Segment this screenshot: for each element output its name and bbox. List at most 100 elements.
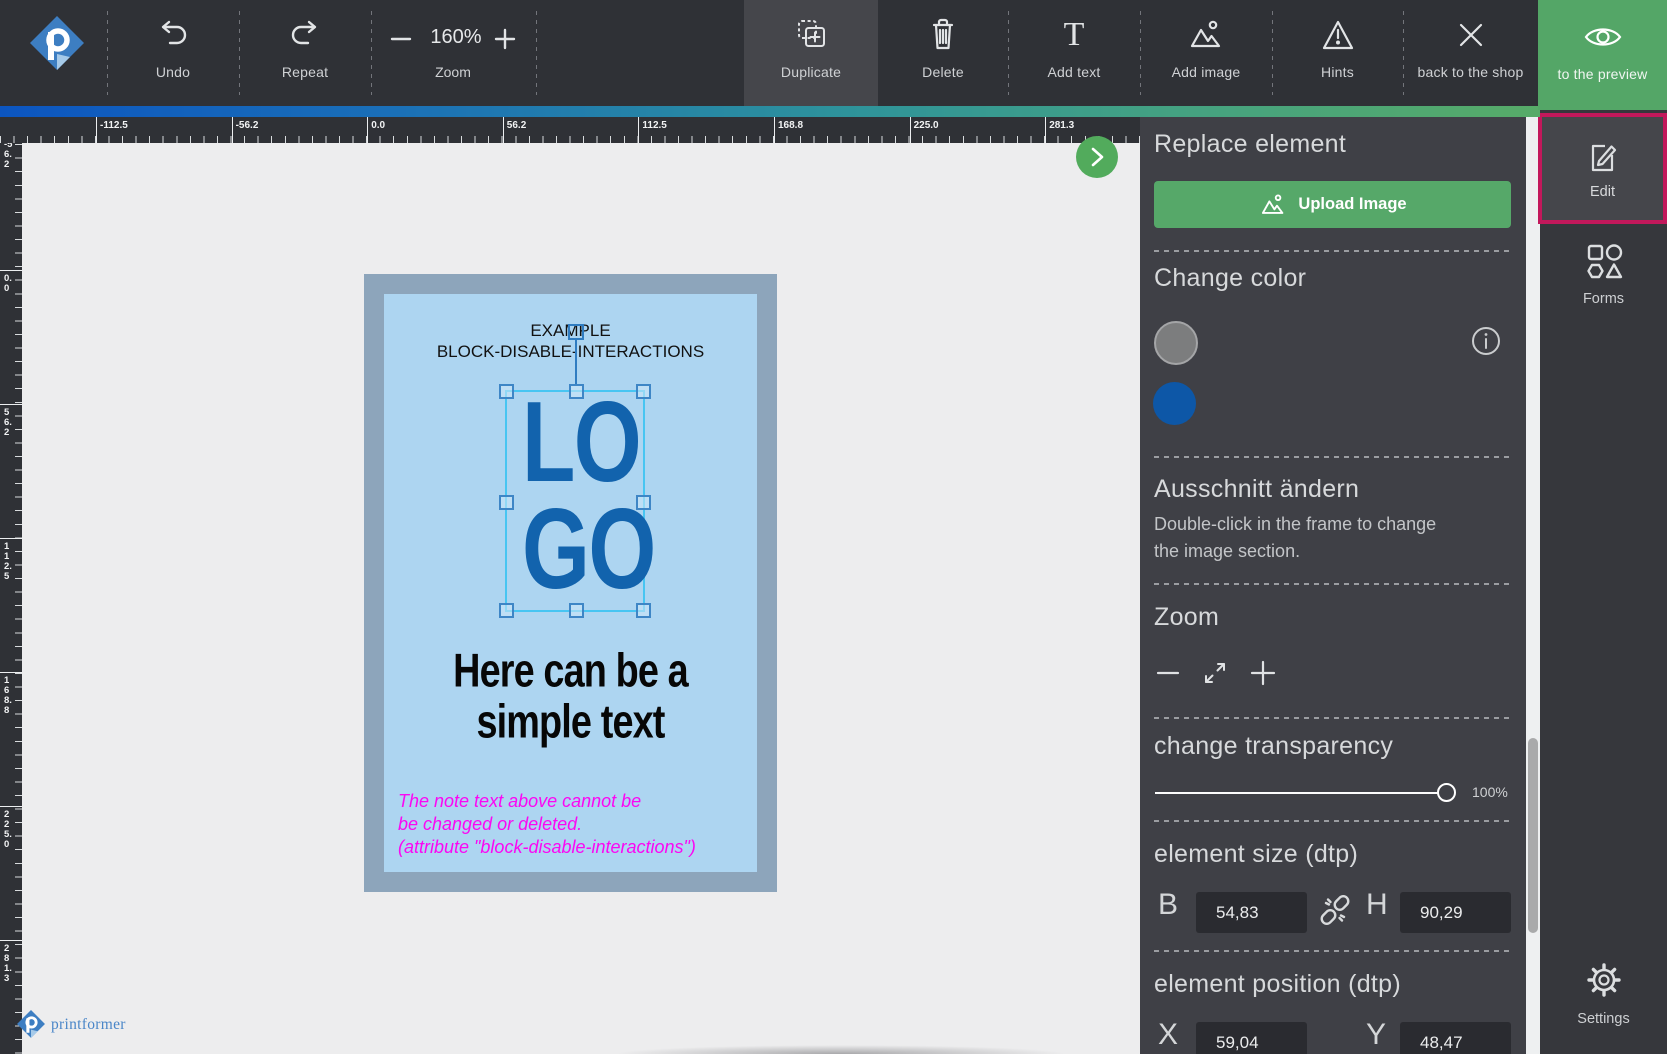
panel-divider bbox=[1154, 950, 1512, 952]
properties-panel: Replace element Upload Image Change colo… bbox=[1140, 117, 1526, 1054]
toolbar-divider bbox=[371, 11, 372, 95]
gear-icon bbox=[1540, 958, 1667, 1002]
zoom-label: Zoom bbox=[383, 64, 523, 80]
hints-button[interactable]: Hints bbox=[1272, 0, 1403, 106]
zoom-in-icon[interactable] bbox=[1248, 658, 1278, 688]
ruler-h-tick bbox=[638, 117, 639, 143]
zoom-section-heading: Zoom bbox=[1154, 603, 1219, 632]
height-label: H bbox=[1366, 888, 1388, 922]
rotation-handle[interactable] bbox=[568, 324, 584, 340]
panel-collapse-button[interactable] bbox=[1076, 136, 1118, 178]
color-swatch-gray[interactable] bbox=[1154, 321, 1198, 365]
broken-link-icon[interactable] bbox=[1318, 893, 1352, 927]
printformer-editor: Undo Repeat 160% Zoom bbox=[0, 0, 1667, 1054]
ruler-v-tick bbox=[0, 672, 22, 673]
footer-brand: printformer bbox=[16, 1008, 126, 1042]
ruler-h-label: 112.5 bbox=[642, 120, 666, 131]
add-text-label: Add text bbox=[1008, 64, 1140, 80]
add-image-label: Add image bbox=[1140, 64, 1272, 80]
ruler-h-label: 168.8 bbox=[778, 120, 803, 131]
panel-divider bbox=[1154, 820, 1512, 822]
element-position-heading: element position (dtp) bbox=[1154, 970, 1401, 999]
note-text-element: The note text above cannot be be changed… bbox=[398, 790, 696, 859]
ruler-v-label: 225.0 bbox=[4, 810, 14, 850]
ruler-vertical: -56.20.056.2112.5168.8225.0281.3 bbox=[0, 117, 22, 1054]
resize-handle-n[interactable] bbox=[569, 384, 584, 399]
resize-handle-w[interactable] bbox=[499, 495, 514, 510]
zoom-out-icon[interactable] bbox=[1154, 659, 1182, 687]
sidebar-item-edit[interactable]: Edit bbox=[1538, 113, 1667, 224]
chevron-right-icon bbox=[1088, 146, 1106, 168]
resize-handle-ne[interactable] bbox=[636, 384, 651, 399]
ruler-h-tick bbox=[503, 117, 504, 143]
zoom-out-icon[interactable] bbox=[388, 26, 414, 52]
ausschnitt-heading: Ausschnitt ändern bbox=[1154, 475, 1359, 504]
progress-gradient-bar bbox=[0, 106, 1540, 117]
ruler-h-label: 281.3 bbox=[1049, 120, 1074, 131]
ruler-horizontal: -112.5-56.20.056.2112.5168.8225.0281.3 bbox=[0, 117, 1140, 143]
printformer-logo bbox=[14, 12, 100, 78]
toolbar-divider bbox=[239, 11, 240, 95]
ruler-v-tick bbox=[0, 940, 22, 941]
warning-icon bbox=[1272, 14, 1403, 56]
delete-button[interactable]: Delete bbox=[878, 0, 1008, 106]
width-input[interactable] bbox=[1196, 892, 1307, 933]
zoom-value: 160% bbox=[420, 26, 492, 49]
panel-divider bbox=[1154, 250, 1512, 252]
duplicate-icon bbox=[744, 14, 878, 56]
sidebar-item-settings[interactable]: Settings bbox=[1540, 958, 1667, 1027]
ruler-v-tick bbox=[0, 538, 22, 539]
upload-image-button[interactable]: Upload Image bbox=[1154, 181, 1511, 228]
zoom-in-icon[interactable] bbox=[492, 26, 518, 52]
undo-button[interactable]: Undo bbox=[115, 0, 231, 106]
to-preview-button[interactable]: to the preview bbox=[1538, 0, 1667, 110]
back-to-shop-button[interactable]: back to the shop bbox=[1403, 0, 1538, 106]
ruler-h-label: 0.0 bbox=[371, 120, 385, 131]
resize-handle-s[interactable] bbox=[569, 603, 584, 618]
pos-x-label: X bbox=[1158, 1018, 1178, 1052]
color-swatch-blue[interactable] bbox=[1153, 382, 1196, 425]
sidebar-forms-label: Forms bbox=[1540, 291, 1667, 307]
printformer-logo bbox=[16, 1008, 46, 1042]
resize-handle-se[interactable] bbox=[636, 603, 651, 618]
ruler-v-tick bbox=[0, 270, 22, 271]
selected-logo-element[interactable]: LO GO bbox=[505, 390, 645, 612]
to-preview-label: to the preview bbox=[1538, 66, 1667, 82]
pos-x-input[interactable] bbox=[1196, 1022, 1307, 1054]
app-logo[interactable] bbox=[14, 0, 100, 106]
ausschnitt-description: Double-click in the frame to change the … bbox=[1154, 511, 1436, 565]
pos-y-input[interactable] bbox=[1400, 1022, 1511, 1054]
replace-element-heading: Replace element bbox=[1154, 130, 1346, 159]
add-text-button[interactable]: T Add text bbox=[1008, 0, 1140, 106]
edit-icon bbox=[1585, 138, 1621, 176]
eye-icon bbox=[1538, 16, 1667, 58]
artwork-card[interactable]: EXAMPLE BLOCK-DISABLE-INTERACTIONS LO GO bbox=[364, 274, 777, 892]
add-image-button[interactable]: Add image bbox=[1140, 0, 1272, 106]
transparency-slider-thumb[interactable] bbox=[1437, 783, 1456, 802]
expand-icon[interactable] bbox=[1201, 659, 1229, 687]
info-icon[interactable] bbox=[1470, 325, 1502, 357]
canvas-bottom-shadow bbox=[542, 1042, 1140, 1054]
ruler-h-label: -56.2 bbox=[236, 120, 259, 131]
panel-scrollbar[interactable] bbox=[1526, 117, 1540, 1054]
transparency-slider-track[interactable] bbox=[1155, 792, 1447, 794]
panel-divider bbox=[1154, 456, 1512, 458]
simple-text-element[interactable]: Here can be a simple text bbox=[406, 646, 734, 747]
trash-icon bbox=[878, 14, 1008, 56]
toolbar-divider bbox=[107, 11, 108, 95]
design-canvas[interactable]: EXAMPLE BLOCK-DISABLE-INTERACTIONS LO GO bbox=[22, 143, 1140, 1054]
sidebar-item-forms[interactable]: Forms bbox=[1540, 240, 1667, 307]
ruler-h-label: 56.2 bbox=[507, 120, 526, 131]
right-sidebar: Edit Forms Settings bbox=[1540, 110, 1667, 1054]
transparency-value: 100% bbox=[1472, 784, 1508, 800]
resize-handle-nw[interactable] bbox=[499, 384, 514, 399]
width-label: B bbox=[1158, 888, 1178, 922]
resize-handle-e[interactable] bbox=[636, 495, 651, 510]
duplicate-label: Duplicate bbox=[744, 64, 878, 80]
duplicate-button[interactable]: Duplicate bbox=[744, 0, 878, 106]
repeat-button[interactable]: Repeat bbox=[247, 0, 363, 106]
resize-handle-sw[interactable] bbox=[499, 603, 514, 618]
height-input[interactable] bbox=[1400, 892, 1511, 933]
image-icon bbox=[1140, 14, 1272, 56]
panel-scrollbar-thumb[interactable] bbox=[1528, 738, 1538, 933]
